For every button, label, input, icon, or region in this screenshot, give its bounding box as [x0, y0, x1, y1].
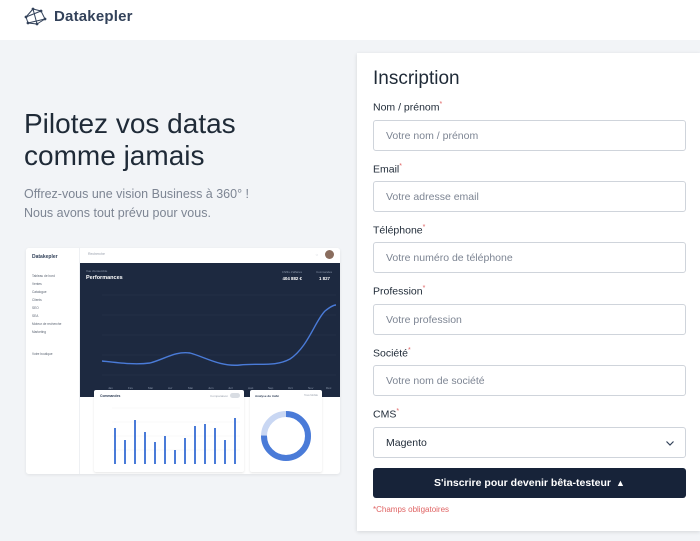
- phone-label: Téléphone*: [373, 224, 425, 237]
- mock-kpi2-value: 1 827: [319, 276, 330, 281]
- mock-sidebar-item: Marketing: [32, 330, 46, 334]
- company-label: Société*: [373, 347, 411, 360]
- site-header: Datakepler: [0, 0, 700, 40]
- hero-subtitle: Offrez-vous une vision Business à 360° !…: [24, 185, 344, 223]
- mock-search: Recherche: [88, 252, 105, 256]
- hero-title-line2: comme jamais: [24, 140, 205, 171]
- required-mark: *: [408, 347, 411, 354]
- company-label-text: Société: [373, 347, 409, 360]
- orders-bar-chart: [112, 407, 240, 464]
- mock-panel-kicker: Vue d'ensemble: [86, 269, 108, 273]
- required-mark: *: [439, 101, 443, 108]
- hero-title-line1: Pilotez vos datas: [24, 108, 236, 139]
- signup-form: Inscription Nom / prénom* Email* Télépho…: [357, 53, 700, 531]
- name-label-text: Nom / prénom: [373, 101, 440, 114]
- required-fields-note: *Champs obligatoires: [373, 505, 450, 514]
- constellation-logo-icon: [24, 7, 47, 26]
- profession-input[interactable]: [373, 304, 686, 335]
- mock-brand: Datakepler: [32, 254, 58, 260]
- phone-input[interactable]: [373, 242, 686, 273]
- mock-traffic-card: Analyse du trafic Tous Mobile: [250, 390, 322, 472]
- mock-sidebar: Datakepler Tableau de bord Ventes Catalo…: [26, 248, 80, 474]
- mock-sidebar-item: Moteur de recherche: [32, 322, 62, 326]
- mock-card2-switch: Tous Mobile: [304, 394, 318, 397]
- cms-selected-value: Magento: [386, 437, 427, 449]
- submit-label: S'inscrire pour devenir bêta-testeur: [434, 477, 612, 489]
- mock-sidebar-item: SEO: [32, 306, 39, 310]
- mock-card1-title: Commandes: [100, 394, 121, 398]
- mock-toggle: [230, 393, 240, 398]
- required-mark: *: [422, 224, 426, 231]
- chevron-down-icon: [666, 441, 674, 446]
- phone-label-text: Téléphone: [373, 224, 423, 237]
- cms-select[interactable]: Magento: [373, 427, 686, 458]
- email-label-text: Email: [373, 163, 400, 176]
- mock-topbar: Recherche ◌: [80, 248, 340, 262]
- email-label: Email*: [373, 163, 402, 176]
- hero-title: Pilotez vos datas comme jamais: [24, 108, 344, 172]
- svg-text:Déc: Déc: [326, 386, 332, 390]
- form-title: Inscription: [373, 68, 460, 89]
- required-mark: *: [422, 285, 426, 292]
- mock-orders-card: Commandes Comparaison: [94, 390, 244, 472]
- performance-line-chart: Jan Fév Mar Avr Mai Juin Juil Aoû Sep Oct Nov Dé…: [101, 294, 337, 390]
- mock-kpi1-value: 404 882 €: [282, 276, 302, 281]
- mock-sidebar-item: SEA: [32, 314, 39, 318]
- cms-label: CMS*: [373, 408, 399, 421]
- dashboard-preview: Datakepler Tableau de bord Ventes Catalo…: [26, 248, 340, 474]
- brand-logo[interactable]: Datakepler: [24, 5, 133, 27]
- name-input[interactable]: [373, 120, 686, 151]
- avatar: [325, 250, 334, 259]
- mock-card2-title: Analyse du trafic: [255, 394, 280, 398]
- mock-sidebar-item: Clients: [32, 298, 42, 302]
- mock-panel-title: Performances: [86, 275, 123, 281]
- mock-sidebar-item: Catalogue: [32, 290, 47, 294]
- name-label: Nom / prénom*: [373, 101, 442, 114]
- mock-sidebar-item: Tableau de bord: [32, 274, 55, 278]
- submit-button[interactable]: S'inscrire pour devenir bêta-testeur ▲: [373, 468, 686, 498]
- hero-subtitle-line1: Offrez-vous une vision Business à 360° !: [24, 187, 250, 201]
- mock-sidebar-item: Votre boutique: [32, 352, 53, 356]
- rocket-icon: ▲: [616, 478, 625, 488]
- mock-card1-compare: Comparaison: [210, 394, 228, 398]
- mock-performance-panel: Vue d'ensemble Performances Chiffre d'af…: [80, 263, 340, 397]
- profession-label: Profession*: [373, 285, 425, 298]
- bell-icon: ◌: [315, 252, 318, 257]
- mock-kpi1-label: Chiffre d'affaires: [281, 270, 302, 274]
- required-mark: *: [396, 408, 400, 415]
- cms-label-text: CMS: [373, 408, 397, 421]
- profession-label-text: Profession: [373, 285, 423, 298]
- mock-sidebar-item: Ventes: [32, 282, 42, 286]
- hero-subtitle-line2: Nous avons tout prévu pour vous.: [24, 206, 211, 220]
- brand-name: Datakepler: [54, 7, 133, 25]
- mock-kpi2-label: Commandes: [316, 270, 332, 274]
- email-input[interactable]: [373, 181, 686, 212]
- required-mark: *: [399, 163, 402, 170]
- traffic-donut-chart: [261, 411, 311, 461]
- company-input[interactable]: [373, 365, 686, 396]
